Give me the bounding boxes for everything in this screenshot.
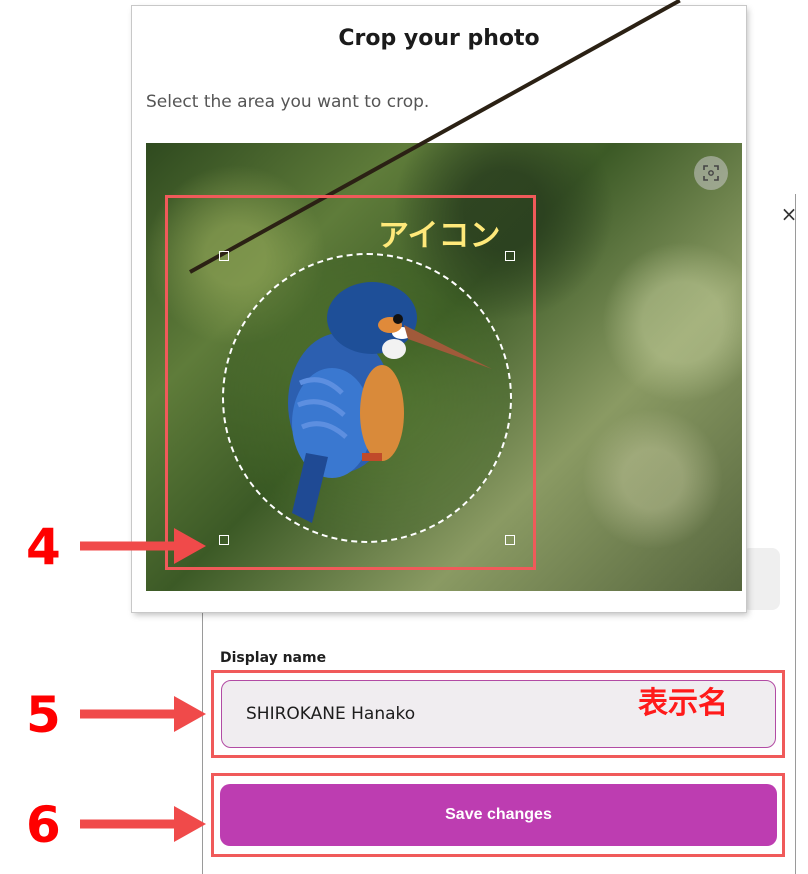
crop-dialog-subtitle: Select the area you want to crop.: [146, 92, 430, 112]
crop-dialog-title: Crop your photo: [338, 26, 540, 51]
display-name-label: Display name: [220, 650, 327, 666]
close-icon[interactable]: ×: [778, 203, 800, 225]
annotation-arrow-4: [80, 528, 206, 564]
annotation-label-icon: アイコン: [378, 218, 501, 254]
annotation-step-4: 4: [26, 518, 61, 576]
panel-placeholder: [742, 548, 780, 610]
annotation-arrow-5: [80, 696, 206, 732]
focus-frame-glyph: [703, 165, 719, 181]
annotation-step-6: 6: [26, 796, 61, 854]
annotation-label-display-name: 表示名: [638, 686, 728, 721]
focus-frame-icon[interactable]: [694, 156, 728, 190]
annotation-box-save: [211, 773, 785, 857]
annotation-step-5: 5: [26, 686, 61, 744]
annotation-arrow-6: [80, 806, 206, 842]
